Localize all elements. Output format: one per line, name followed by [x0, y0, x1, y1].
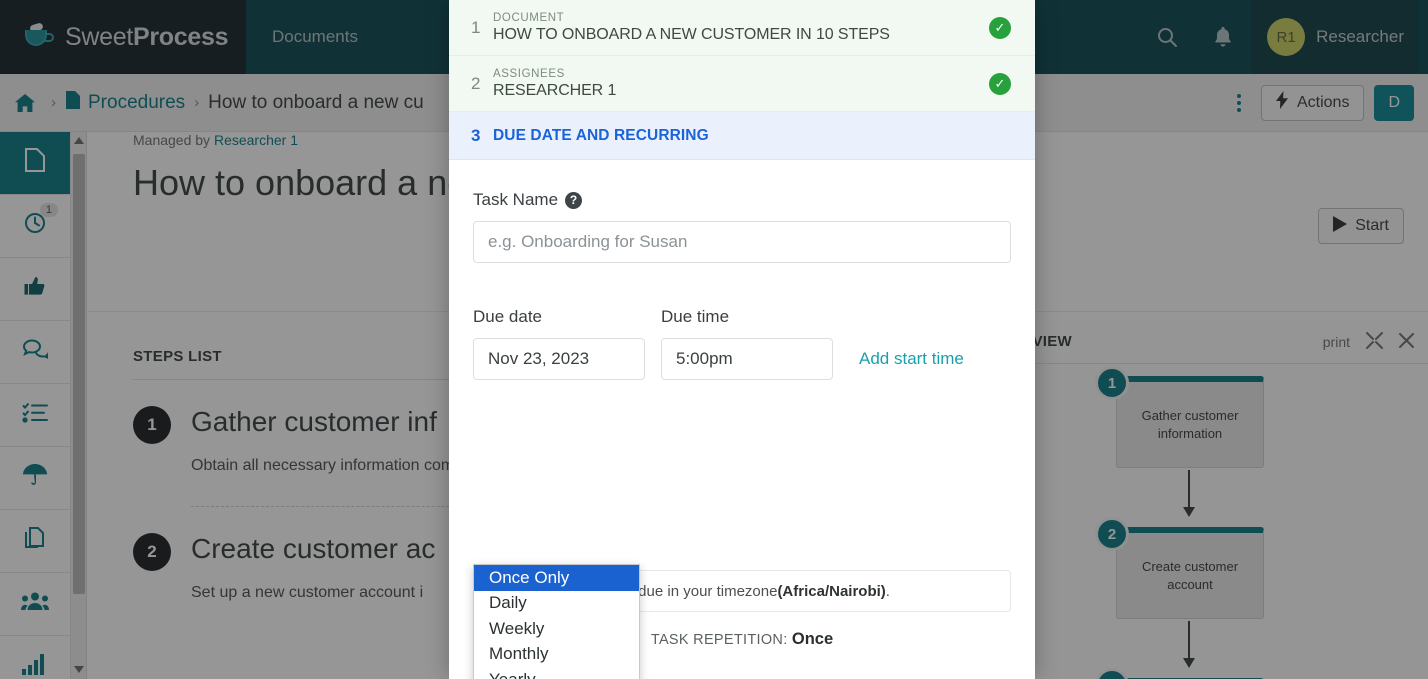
recurrence-option[interactable]: Once Only [474, 565, 639, 591]
due-time-field: Due time [661, 307, 833, 380]
wizard-step-kicker: ASSIGNEES [493, 67, 565, 80]
recurrence-option[interactable]: Weekly [474, 616, 639, 642]
recurrence-option[interactable]: Yearly [474, 667, 639, 679]
wizard-step-value: RESEARCHER 1 [493, 81, 617, 99]
wizard-step-value: HOW TO ONBOARD A NEW CUSTOMER IN 10 STEP… [493, 25, 890, 43]
timezone-note-tail: . [885, 582, 890, 600]
add-start-time-link[interactable]: Add start time [859, 349, 964, 380]
due-time-input[interactable] [661, 338, 833, 380]
wizard-step-document[interactable]: 1 DOCUMENT HOW TO ONBOARD A NEW CUSTOMER… [449, 0, 1035, 56]
wizard-step-number: 2 [471, 73, 481, 93]
app-root: SweetProcess Documents R1 Researcher › P… [0, 0, 1428, 679]
task-name-label-row: Task Name ? [473, 190, 1011, 210]
recurrence-dropdown-menu[interactable]: Once Only Daily Weekly Monthly Yearly [473, 564, 640, 679]
wizard-step-assignees[interactable]: 2 ASSIGNEES RESEARCHER 1 ✓ [449, 56, 1035, 112]
recurrence-option[interactable]: Monthly [474, 642, 639, 668]
timezone-note-zone: (Africa/Nairobi) [777, 582, 886, 600]
recurrence-option[interactable]: Daily [474, 591, 639, 617]
due-date-time-row: Due date Due time Add start time [473, 307, 1011, 380]
wizard-step-text: DOCUMENT HOW TO ONBOARD A NEW CUSTOMER I… [493, 12, 989, 44]
task-name-label: Task Name [473, 190, 559, 209]
wizard-step-text: ASSIGNEES RESEARCHER 1 [493, 68, 989, 100]
wizard-step-due-date[interactable]: 3 DUE DATE AND RECURRING [449, 112, 1035, 160]
task-name-input[interactable] [473, 221, 1011, 263]
check-circle-icon: ✓ [989, 72, 1011, 95]
wizard-step-value: DUE DATE AND RECURRING [493, 126, 709, 144]
due-date-field: Due date [473, 307, 645, 380]
wizard-step-number: 3 [471, 125, 481, 145]
modal-body: Task Name ? Due date Due time Add start … [449, 160, 1035, 679]
assign-task-modal: 1 DOCUMENT HOW TO ONBOARD A NEW CUSTOMER… [449, 0, 1035, 679]
task-repetition-value: Once [791, 630, 834, 648]
due-date-label: Due date [473, 307, 542, 326]
task-repetition-label: TASK REPETITION: [650, 632, 792, 648]
wizard-step-text: DUE DATE AND RECURRING [493, 127, 1011, 145]
help-icon[interactable]: ? [565, 191, 583, 209]
due-time-label: Due time [661, 307, 730, 326]
wizard-step-number: 1 [471, 17, 481, 37]
due-date-input[interactable] [473, 338, 645, 380]
wizard-step-kicker: DOCUMENT [493, 11, 565, 24]
check-circle-icon: ✓ [989, 16, 1011, 39]
